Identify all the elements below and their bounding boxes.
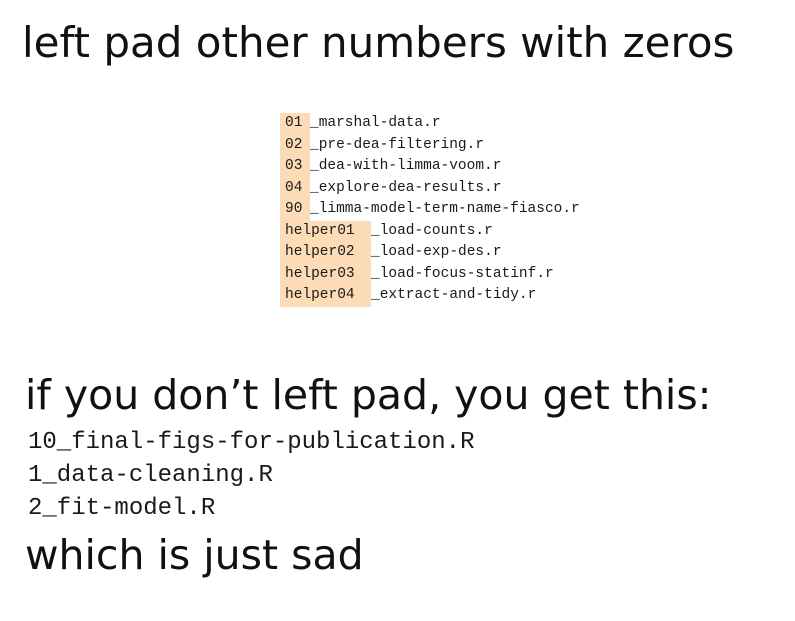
file-name-rest: _load-focus-statinf.r [371, 265, 554, 282]
file-name-rest: _marshal-data.r [310, 115, 441, 131]
file-prefix-highlight: 02 [280, 134, 310, 156]
file-name: 90 _limma-model-term-name-fiasco.r [280, 199, 580, 221]
file-prefix-highlight: 03 [280, 156, 310, 178]
file-name-rest: _limma-model-term-name-fiasco.r [310, 201, 580, 217]
file-name-rest: _pre-dea-filtering.r [310, 136, 485, 153]
file-name-rest: _load-exp-des.r [371, 244, 502, 260]
slide-title: left pad other numbers with zeros [22, 18, 735, 67]
padded-file-list: 01 _marshal-data.r 02 _pre-dea-filtering.r… [280, 113, 580, 307]
file-prefix-highlight: 04 [280, 177, 310, 199]
file-name: helper01 _load-counts.r [280, 220, 580, 242]
file-name-rest: _explore-dea-results.r [310, 179, 502, 196]
file-name: 04 _explore-dea-results.r [280, 177, 580, 199]
file-prefix-highlight: helper03 [280, 263, 371, 285]
file-prefix-highlight: helper01 [280, 220, 371, 242]
file-name: 03 _dea-with-limma-voom.r [280, 156, 580, 178]
file-prefix-highlight: helper02 [280, 242, 371, 264]
bad-file-name: 10_final-figs-for-publication.R [28, 429, 475, 456]
closing-text: which is just sad [25, 531, 364, 579]
file-name-rest: _dea-with-limma-voom.r [310, 158, 502, 174]
bad-file-name: 2_fit-model.R [28, 495, 216, 522]
file-prefix-highlight: 01 [280, 113, 310, 135]
file-prefix-highlight: 90 [280, 199, 310, 221]
file-name-rest: _extract-and-tidy.r [371, 287, 537, 303]
file-name: 02 _pre-dea-filtering.r [280, 134, 580, 156]
file-name: helper02 _load-exp-des.r [280, 242, 580, 264]
file-prefix-highlight: helper04 [280, 285, 371, 307]
file-name-rest: _load-counts.r [371, 222, 493, 239]
file-name: 01 _marshal-data.r [280, 113, 580, 135]
file-name: helper03 _load-focus-statinf.r [280, 263, 580, 285]
file-name: helper04 _extract-and-tidy.r [280, 285, 580, 307]
bad-file-name: 1_data-cleaning.R [28, 462, 273, 489]
subheading: if you don’t left pad, you get this: [25, 371, 712, 419]
unpadded-file-list: 10_final-figs-for-publication.R 1_data-c… [28, 426, 474, 525]
